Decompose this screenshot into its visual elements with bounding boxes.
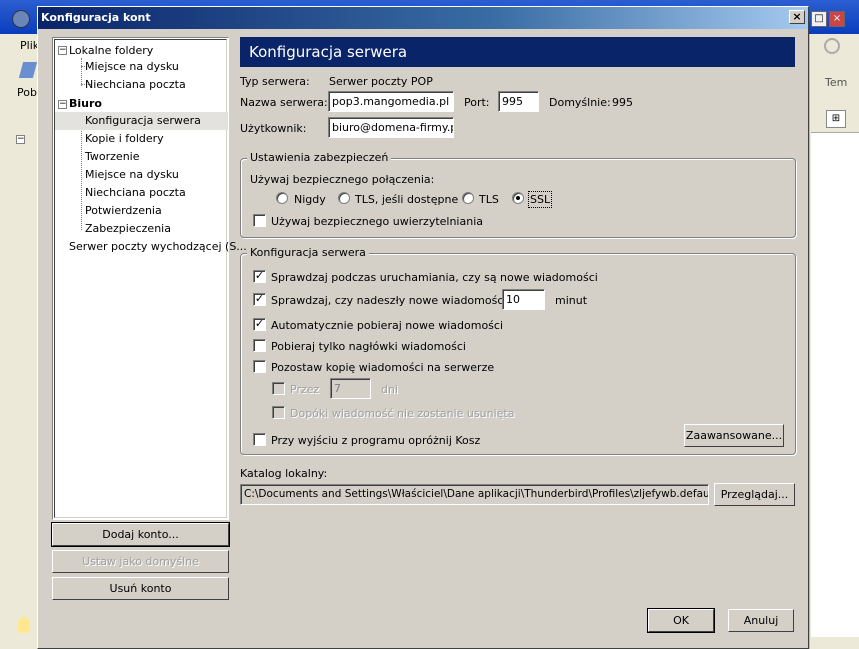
check-startup-label[interactable]: Sprawdzaj podczas uruchamiania, czy są n… [271, 271, 598, 284]
tree-item-composition[interactable]: Tworzenie [85, 148, 139, 166]
headers-only-label[interactable]: Pobieraj tylko nagłówki wiadomości [271, 340, 466, 353]
leave-copy-label[interactable]: Pozostaw kopię wiadomości na serwerze [271, 361, 494, 374]
port-input[interactable]: 995 [498, 91, 539, 112]
set-default-button[interactable]: Ustaw jako domyślne [52, 550, 229, 573]
secure-auth-label[interactable]: Używaj bezpiecznego uwierzytelniania [271, 215, 483, 228]
until-deleted-label: Dopóki wiadomość nie zostanie usunięta [290, 407, 515, 420]
until-deleted-checkbox [272, 406, 285, 419]
tree-expand-icon[interactable]: − [16, 135, 25, 144]
background-right-pane: Tem ⊞ [809, 34, 859, 649]
maximize-icon[interactable]: □ [811, 11, 827, 27]
keep-days-input: 7 [330, 378, 371, 399]
get-mail-icon [18, 62, 38, 78]
remove-account-button[interactable]: Usuń konto [52, 577, 229, 600]
days-label: dni [381, 383, 399, 396]
account-tree[interactable]: − Lokalne foldery Miejsce na dysku Niech… [52, 37, 247, 520]
collapse-biuro-icon[interactable]: − [58, 100, 67, 109]
leave-copy-checkbox[interactable] [253, 360, 266, 373]
radio-tls-if-available[interactable] [338, 192, 350, 204]
use-secure-connection-label: Używaj bezpiecznego połączenia: [250, 173, 435, 186]
radio-tls[interactable] [462, 192, 474, 204]
cancel-button[interactable]: Anuluj [728, 609, 794, 632]
keep-days-label: Przez [290, 383, 320, 396]
settings-icon[interactable] [824, 38, 840, 54]
auto-download-label[interactable]: Automatycznie pobieraj nowe wiadomości [271, 319, 503, 332]
browse-button[interactable]: Przeglądaj... [714, 483, 795, 506]
default-port-value: 995 [612, 96, 633, 109]
right-pane-list [811, 132, 859, 637]
secure-auth-checkbox[interactable] [253, 214, 266, 227]
radio-ssl[interactable] [512, 192, 524, 204]
security-group-label: Ustawienia zabezpieczeń [247, 151, 392, 164]
collapse-local-icon[interactable]: − [58, 46, 67, 55]
port-label: Port: [464, 96, 490, 109]
empty-trash-checkbox[interactable] [253, 433, 266, 446]
default-port-label: Domyślnie: [549, 96, 611, 109]
account-settings-dialog: Konfiguracja kont × − Lokalne foldery Mi… [37, 6, 809, 649]
server-name-label: Nazwa serwera: [240, 96, 328, 109]
get-mail-button[interactable]: Pob [15, 60, 39, 100]
tree-item-security[interactable]: Zabezpieczenia [85, 220, 171, 238]
tree-item-biuro[interactable]: Biuro [69, 95, 102, 113]
server-name-input[interactable]: pop3.mangomedia.pl [328, 91, 454, 112]
local-directory-input: C:\Documents and Settings\Właściciel\Dan… [240, 484, 709, 505]
thunderbird-icon [12, 10, 30, 28]
check-every-checkbox[interactable]: ✓ [253, 293, 266, 306]
hint-icon [18, 617, 30, 633]
check-interval-input[interactable]: 10 [502, 289, 545, 310]
server-config-group-label: Konfiguracja serwera [247, 246, 369, 259]
advanced-button[interactable]: Zaawansowane... [684, 424, 784, 447]
radio-never-label[interactable]: Nigdy [294, 193, 326, 206]
tree-item-smtp[interactable]: Serwer poczty wychodzącej (S... [69, 238, 247, 256]
panel-header: Konfiguracja serwera [240, 37, 795, 67]
radio-ssl-label[interactable]: SSL [527, 191, 553, 208]
tree-line [81, 58, 82, 86]
tree-item-local-junk[interactable]: Niechciana poczta [85, 76, 186, 94]
check-every-label[interactable]: Sprawdzaj, czy nadeszły nowe wiadomości … [271, 294, 523, 307]
column-picker-icon[interactable]: ⊞ [826, 110, 846, 128]
radio-never[interactable] [276, 192, 288, 204]
radio-tls-if-available-label[interactable]: TLS, jeśli dostępne [355, 193, 458, 206]
search-column-label: Tem [825, 76, 848, 89]
user-label: Użytkownik: [240, 122, 307, 135]
tree-item-copies-folders[interactable]: Kopie i foldery [85, 130, 164, 148]
dialog-titlebar: Konfiguracja kont × [38, 7, 808, 29]
dialog-close-button[interactable]: × [789, 10, 805, 24]
radio-tls-label[interactable]: TLS [479, 193, 499, 206]
add-account-button[interactable]: Dodaj konto... [51, 522, 230, 547]
server-type-value: Serwer poczty POP [329, 75, 433, 88]
auto-download-checkbox[interactable]: ✓ [253, 318, 266, 331]
account-tree-inner: − Lokalne foldery Miejsce na dysku Niech… [54, 39, 247, 518]
keep-days-checkbox [272, 382, 285, 395]
menu-bar: Plik [0, 34, 40, 58]
headers-only-checkbox[interactable] [253, 339, 266, 352]
close-icon[interactable]: × [829, 11, 845, 27]
check-startup-checkbox[interactable]: ✓ [253, 270, 266, 283]
tree-item-receipts[interactable]: Potwierdzenia [85, 202, 162, 220]
tree-item-server-settings[interactable]: Konfiguracja serwera [55, 112, 228, 130]
ok-button[interactable]: OK [647, 608, 715, 633]
local-directory-label: Katalog lokalny: [240, 467, 328, 480]
dialog-title: Konfiguracja kont [41, 11, 151, 24]
minutes-label: minut [555, 294, 588, 307]
empty-trash-label[interactable]: Przy wyjściu z programu opróżnij Kosz [271, 434, 480, 447]
tree-item-disk-space[interactable]: Miejsce na dysku [85, 166, 179, 184]
tree-item-junk[interactable]: Niechciana poczta [85, 184, 186, 202]
tree-item-local-disk-space[interactable]: Miejsce na dysku [85, 58, 179, 76]
user-input[interactable]: biuro@domena-firmy.pl [328, 117, 454, 138]
server-type-label: Typ serwera: [240, 75, 310, 88]
